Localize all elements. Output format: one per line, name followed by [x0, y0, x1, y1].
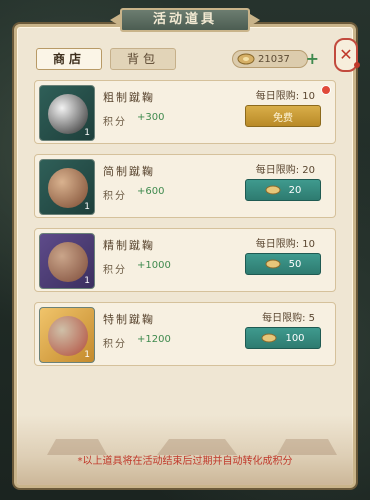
coin-icon: [237, 53, 255, 65]
item-name: 简制蹴鞠: [103, 165, 155, 178]
item-quantity: 1: [84, 202, 90, 212]
buy-button[interactable]: 100: [245, 327, 321, 349]
item-name: 粗制蹴鞠: [103, 91, 155, 104]
daily-limit: 每日限购: 10: [255, 239, 315, 250]
tab-bar: 商店 背包: [36, 48, 176, 70]
score-value: +1000: [137, 260, 171, 271]
button-label: 100: [285, 332, 305, 344]
daily-limit: 每日限购: 5: [262, 313, 315, 324]
close-icon: ✕: [339, 45, 353, 64]
cuju-ball-icon: [48, 168, 88, 208]
item-card: 1 特制蹴鞠积分 +1200 每日限购: 5 100: [34, 302, 336, 366]
item-card: 1 精制蹴鞠积分 +1000 每日限购: 10 50: [34, 228, 336, 292]
currency-amount: 21037: [258, 53, 290, 65]
item-thumbnail[interactable]: 1: [39, 85, 95, 141]
item-quantity: 1: [84, 128, 90, 138]
close-button[interactable]: ✕: [334, 38, 360, 72]
buy-button[interactable]: 20: [245, 179, 321, 201]
daily-limit: 每日限购: 20: [255, 165, 315, 176]
notification-dot: [321, 85, 331, 95]
daily-limit: 每日限购: 10: [255, 91, 315, 102]
item-name: 特制蹴鞠: [103, 313, 155, 326]
item-thumbnail[interactable]: 1: [39, 233, 95, 289]
button-label: 20: [288, 184, 302, 196]
coin-icon: [265, 259, 281, 269]
coin-icon: [261, 333, 277, 343]
footnote: *以上道具将在活动结束后过期并自动转化成积分: [77, 456, 293, 467]
add-currency-button[interactable]: +: [306, 51, 319, 67]
tab-bag[interactable]: 背包: [110, 48, 176, 70]
item-thumbnail[interactable]: 1: [39, 159, 95, 215]
free-claim-button[interactable]: 免费: [245, 105, 321, 127]
button-label: 免费: [273, 112, 293, 124]
item-name: 精制蹴鞠: [103, 239, 155, 252]
score-label: 积分: [103, 339, 127, 350]
item-quantity: 1: [84, 276, 90, 286]
button-label: 50: [288, 258, 302, 270]
score-value: +300: [137, 112, 165, 123]
score-value: +600: [137, 186, 165, 197]
score-value: +1200: [137, 334, 171, 345]
item-quantity: 1: [84, 350, 90, 360]
item-card: 1 粗制蹴鞠积分 +300 每日限购: 10 免费: [34, 80, 336, 144]
currency-display: 21037 +: [232, 50, 319, 68]
score-label: 积分: [103, 191, 127, 202]
score-label: 积分: [103, 265, 127, 276]
buy-button[interactable]: 50: [245, 253, 321, 275]
cuju-ball-icon: [48, 94, 88, 134]
item-thumbnail[interactable]: 1: [39, 307, 95, 363]
cuju-ball-icon: [48, 316, 88, 356]
coin-icon: [265, 185, 281, 195]
item-card: 1 简制蹴鞠积分 +600 每日限购: 20 20: [34, 154, 336, 218]
tab-shop[interactable]: 商店: [36, 48, 102, 70]
score-label: 积分: [103, 117, 127, 128]
cuju-ball-icon: [48, 242, 88, 282]
page-title: 活动道具: [120, 8, 250, 32]
